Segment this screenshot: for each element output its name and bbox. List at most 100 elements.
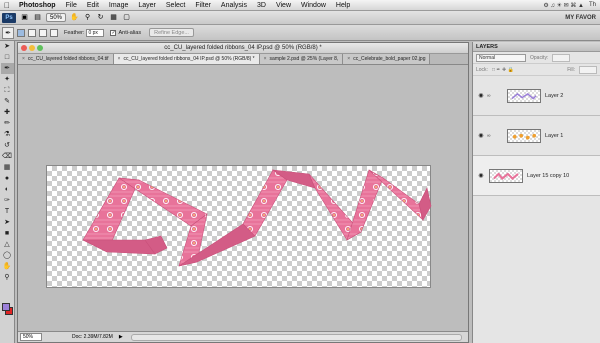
- gradient-tool-icon[interactable]: ▦: [1, 162, 14, 173]
- close-window-icon[interactable]: [21, 45, 27, 51]
- feather-input[interactable]: 0 px: [86, 28, 105, 37]
- status-zoom-field[interactable]: 50%: [20, 333, 42, 341]
- zoom-level-dropdown[interactable]: 50%: [46, 13, 67, 22]
- 3d-orbit-tool-icon[interactable]: ◯: [1, 250, 14, 261]
- menu-window[interactable]: Window: [296, 2, 331, 9]
- shape-tool-icon[interactable]: ■: [1, 228, 14, 239]
- blend-mode-dropdown[interactable]: Normal: [476, 53, 526, 62]
- opacity-label: Opacity:: [530, 54, 549, 61]
- blur-tool-icon[interactable]: ●: [1, 173, 14, 184]
- menu-help[interactable]: Help: [331, 2, 355, 9]
- layer-name[interactable]: Layer 1: [545, 133, 563, 139]
- status-icons[interactable]: ⚙ ♫ ☀ ✉ ⌘ ▲: [543, 2, 584, 9]
- visibility-eye-icon[interactable]: ◉: [477, 132, 485, 139]
- fill-input[interactable]: [579, 65, 597, 74]
- minibridge-icon[interactable]: ▤: [33, 13, 42, 22]
- path-selection-tool-icon[interactable]: ➤: [1, 217, 14, 228]
- layer-thumbnail-content: [511, 92, 537, 100]
- pen-tool-icon[interactable]: ✑: [1, 195, 14, 206]
- layers-panel: LAYERS Normal Opacity: Lock: □ ✒ ✚ 🔒 Fil…: [472, 42, 600, 343]
- 3d-rotate-tool-icon[interactable]: △: [1, 239, 14, 250]
- healing-brush-tool-icon[interactable]: ✚: [1, 107, 14, 118]
- apple-icon[interactable]: : [0, 1, 14, 10]
- subtract-from-selection-icon[interactable]: [39, 28, 47, 37]
- history-brush-tool-icon[interactable]: ↺: [1, 140, 14, 151]
- brush-tool-icon[interactable]: ✏: [1, 118, 14, 129]
- zoom-window-icon[interactable]: [37, 45, 43, 51]
- dodge-tool-icon[interactable]: ◐: [1, 184, 14, 195]
- document-canvas[interactable]: [46, 165, 432, 288]
- document-tabs: × cc_CU_layered folded ribbons_04.tif × …: [18, 54, 468, 65]
- menu-select[interactable]: Select: [161, 2, 190, 9]
- hand-tool-icon[interactable]: ✋: [70, 13, 79, 22]
- menu-photoshop[interactable]: Photoshop: [14, 2, 61, 9]
- rotate-view-icon[interactable]: ↻: [96, 13, 105, 22]
- menu-filter[interactable]: Filter: [190, 2, 216, 9]
- close-tab-icon[interactable]: ×: [22, 54, 25, 64]
- menu-3d[interactable]: 3D: [252, 2, 271, 9]
- menu-analysis[interactable]: Analysis: [216, 2, 252, 9]
- type-tool-icon[interactable]: T: [1, 206, 14, 217]
- eraser-tool-icon[interactable]: ⌫: [1, 151, 14, 162]
- horizontal-scrollbar[interactable]: [130, 333, 462, 341]
- folded-ribbon-image: [82, 169, 432, 267]
- options-bar: ✒ Feather: 0 px ✓ Anti-alias Refine Edge…: [0, 25, 600, 41]
- visibility-eye-icon[interactable]: ◉: [477, 172, 485, 179]
- menu-image[interactable]: Image: [104, 2, 133, 9]
- marquee-tool-icon[interactable]: □: [1, 52, 14, 63]
- fill-label: Fill:: [567, 66, 575, 73]
- layer-name[interactable]: Layer 2: [545, 93, 563, 99]
- foreground-color-swatch[interactable]: [2, 303, 10, 311]
- layer-row[interactable]: ◉ Layer 15 copy 10: [473, 156, 600, 196]
- layers-blend-row: Normal Opacity:: [473, 52, 600, 64]
- zoom-tool-icon[interactable]: ⚲: [83, 13, 92, 22]
- close-tab-icon[interactable]: ×: [264, 54, 267, 64]
- menu-view[interactable]: View: [271, 2, 296, 9]
- quick-selection-tool-icon[interactable]: ✦: [1, 74, 14, 85]
- tools-panel: ➤ □ ✒ ✦ ⛶ ✎ ✚ ✏ ⚗ ↺ ⌫ ▦ ● ◐ ✑ T ➤ ■ △ ◯ …: [0, 41, 15, 343]
- opacity-input[interactable]: [552, 53, 571, 62]
- menu-layer[interactable]: Layer: [133, 2, 161, 9]
- clone-stamp-tool-icon[interactable]: ⚗: [1, 129, 14, 140]
- layer-row[interactable]: ◉ ∞ Layer 1: [473, 116, 600, 156]
- document-tab-label: cc_CU_layered folded ribbons_04 IP.psd @…: [123, 56, 255, 62]
- lasso-tool-icon[interactable]: ✒: [0, 63, 14, 74]
- add-to-selection-icon[interactable]: [28, 28, 36, 37]
- layer-row[interactable]: ◉ ∞ Layer 2: [473, 76, 600, 116]
- bridge-icon[interactable]: ▣: [20, 13, 29, 22]
- close-tab-icon[interactable]: ×: [347, 54, 350, 64]
- eyedropper-tool-icon[interactable]: ✎: [1, 96, 14, 107]
- menu-clock[interactable]: Th: [589, 2, 596, 8]
- arrange-documents-icon[interactable]: ▦: [109, 13, 118, 22]
- intersect-selection-icon[interactable]: [50, 28, 58, 37]
- new-selection-icon[interactable]: [17, 28, 25, 37]
- document-tab-2[interactable]: × cc_CU_layered folded ribbons_04 IP.psd…: [113, 54, 260, 64]
- crop-tool-icon[interactable]: ⛶: [1, 85, 14, 96]
- lock-icons[interactable]: □ ✒ ✚ 🔒: [492, 67, 514, 73]
- document-size-info: Doc: 2.39M/7.82M: [72, 334, 113, 340]
- move-tool-icon[interactable]: ➤: [1, 41, 14, 52]
- hand-tool-icon-2[interactable]: ✋: [1, 261, 14, 272]
- close-tab-icon[interactable]: ×: [118, 54, 121, 64]
- document-title-bar: cc_CU_layered folded ribbons_04 IP.psd @…: [18, 43, 468, 54]
- window-controls: [21, 45, 43, 51]
- menu-edit[interactable]: Edit: [82, 2, 104, 9]
- workspace-switcher[interactable]: MY FAVOR: [565, 15, 596, 21]
- refine-edge-button[interactable]: Refine Edge...: [149, 28, 194, 37]
- status-menu-arrow-icon[interactable]: ▶: [119, 334, 123, 340]
- antialias-checkbox[interactable]: ✓: [110, 29, 117, 36]
- layers-panel-title[interactable]: LAYERS: [473, 42, 600, 52]
- document-tab-label: sample 2.psd @ 25% (Layer 8,: [269, 56, 339, 62]
- visibility-eye-icon[interactable]: ◉: [477, 92, 485, 99]
- zoom-tool-icon-2[interactable]: ⚲: [1, 272, 14, 283]
- document-tab-1[interactable]: × cc_CU_layered folded ribbons_04.tif: [18, 54, 114, 64]
- layer-thumbnail-content: [512, 133, 537, 139]
- menu-file[interactable]: File: [61, 2, 82, 9]
- document-tab-4[interactable]: × cc_Celebrate_bold_paper 02.jpg: [343, 54, 431, 64]
- tool-preset-picker-icon[interactable]: ✒: [2, 26, 14, 39]
- layer-name[interactable]: Layer 15 copy 10: [527, 173, 569, 179]
- screen-mode-icon[interactable]: ▢: [122, 13, 131, 22]
- document-tab-3[interactable]: × sample 2.psd @ 25% (Layer 8,: [259, 54, 344, 64]
- minimize-window-icon[interactable]: [29, 45, 35, 51]
- canvas-area[interactable]: [18, 65, 468, 331]
